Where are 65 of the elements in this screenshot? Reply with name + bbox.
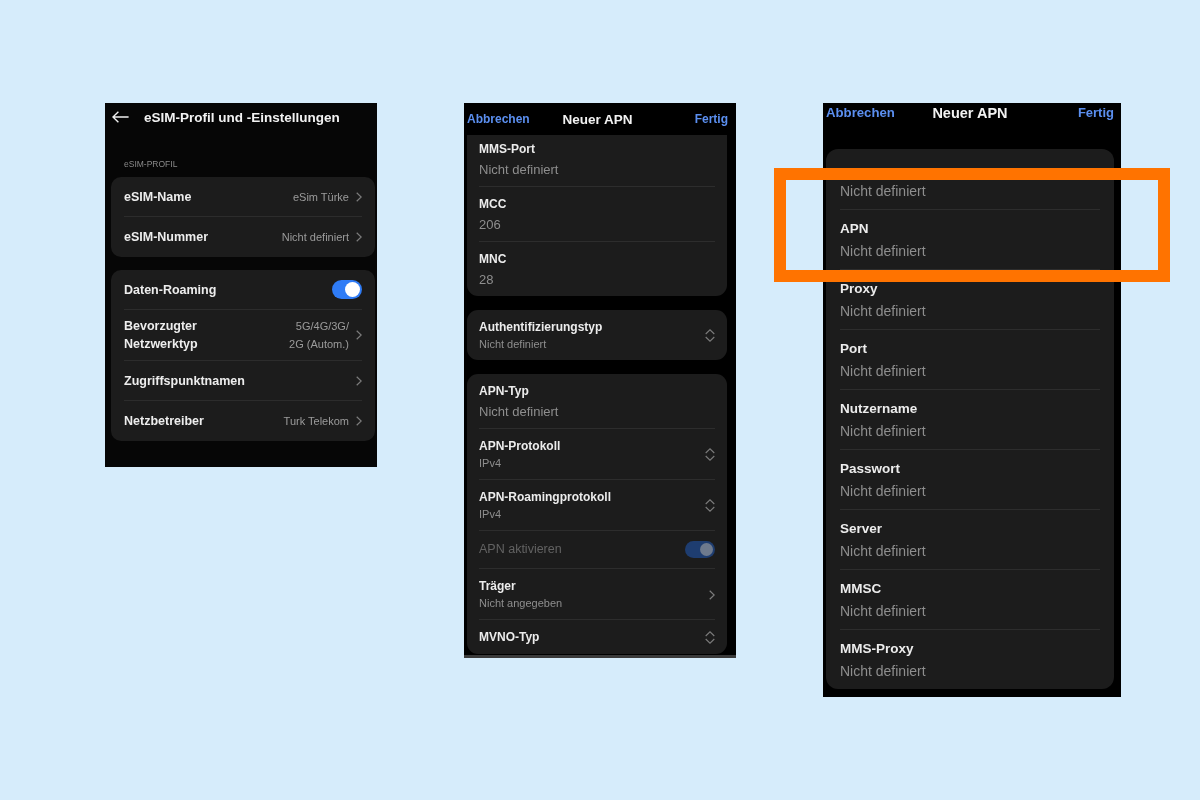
field-label[interactable]: MMS-Proxy <box>840 640 914 657</box>
setting-label[interactable]: Netzbetreiber <box>124 412 204 430</box>
field-label[interactable]: Passwort <box>840 460 901 477</box>
field-value: Nicht definiert <box>479 404 559 420</box>
setting-label: Daten-Roaming <box>124 281 217 299</box>
setting-label[interactable]: Bevorzugter Netzwerktyp <box>124 317 249 353</box>
chevron-right-icon <box>356 191 362 202</box>
section-title: eSIM-PROFIL <box>124 158 178 170</box>
field-label[interactable]: APN-Typ <box>479 384 529 399</box>
toggle-switch[interactable] <box>332 280 362 299</box>
chevron-right-icon <box>356 330 362 340</box>
setting-label[interactable]: Zugriffspunktnamen <box>124 371 245 390</box>
up-down-chevron-icon <box>705 329 715 342</box>
field-value: 206 <box>479 217 501 233</box>
done-button[interactable]: Fertig <box>694 112 728 126</box>
screen-title: eSIM-Profil und -Einstellungen <box>144 109 340 125</box>
field-value: Nicht definiert <box>840 182 926 200</box>
field-label[interactable]: Authentifizierungstyp <box>479 320 603 335</box>
field-label[interactable]: Proxy <box>840 280 878 297</box>
field-label[interactable]: Träger <box>479 579 516 594</box>
field-value: IPv4 <box>479 508 501 521</box>
field-value: Nicht definiert <box>840 302 926 320</box>
field-value: IPv4 <box>479 457 501 470</box>
up-down-chevron-icon <box>705 448 715 461</box>
field-value: Nicht definiert <box>840 662 926 680</box>
setting-label[interactable]: eSIM-Nummer <box>124 228 209 246</box>
field-label[interactable]: Server <box>840 520 883 537</box>
field-value: Nicht definiert <box>840 482 926 500</box>
field-label[interactable]: MCC <box>479 197 507 212</box>
chevron-right-icon <box>356 416 362 426</box>
back-arrow-icon[interactable] <box>112 111 129 123</box>
setting-value: 5G/4G/3G/ 2G (Autom.) <box>289 319 349 352</box>
field-value: Nicht angegeben <box>479 597 563 610</box>
field-label[interactable]: APN-Protokoll <box>479 439 561 454</box>
field-label[interactable]: Port <box>840 340 867 357</box>
field-label: APN aktivieren <box>479 542 562 557</box>
chevron-right-icon <box>356 232 362 242</box>
chevron-right-icon <box>356 375 362 386</box>
setting-value: eSim Türke <box>292 189 349 205</box>
field-value: Nicht definiert <box>840 422 926 440</box>
cancel-button[interactable]: Abbrechen <box>826 105 895 120</box>
field-label[interactable]: Nutzername <box>840 400 918 417</box>
field-value: Nicht definiert <box>840 542 926 560</box>
field-value: Nicht definiert <box>840 242 926 260</box>
up-down-chevron-icon <box>705 631 715 644</box>
field-label[interactable]: APN <box>840 220 869 237</box>
field-label[interactable]: MNC <box>479 252 507 267</box>
field-label[interactable]: MMS-Port <box>479 142 535 157</box>
field-value: Nicht definiert <box>479 338 547 351</box>
field-label[interactable]: MVNO-Typ <box>479 630 540 645</box>
setting-value: Turk Telekom <box>283 414 349 429</box>
field-label[interactable]: MMSC <box>840 580 882 597</box>
cancel-button[interactable]: Abbrechen <box>467 112 530 126</box>
up-down-chevron-icon <box>705 499 715 512</box>
screen-title: Neuer APN <box>932 104 1008 121</box>
field-label[interactable]: APN-Roamingprotokoll <box>479 490 611 505</box>
setting-label[interactable]: eSIM-Name <box>124 187 192 206</box>
field-value: Nicht definiert <box>840 602 926 620</box>
field-value: Nicht definiert <box>479 162 559 178</box>
done-button[interactable]: Fertig <box>1077 105 1114 120</box>
screen-title: Neuer APN <box>562 111 633 127</box>
setting-value: Nicht definiert <box>281 230 349 245</box>
chevron-right-icon <box>709 589 715 600</box>
field-value: 28 <box>479 272 494 288</box>
field-value: Nicht definiert <box>840 362 926 380</box>
